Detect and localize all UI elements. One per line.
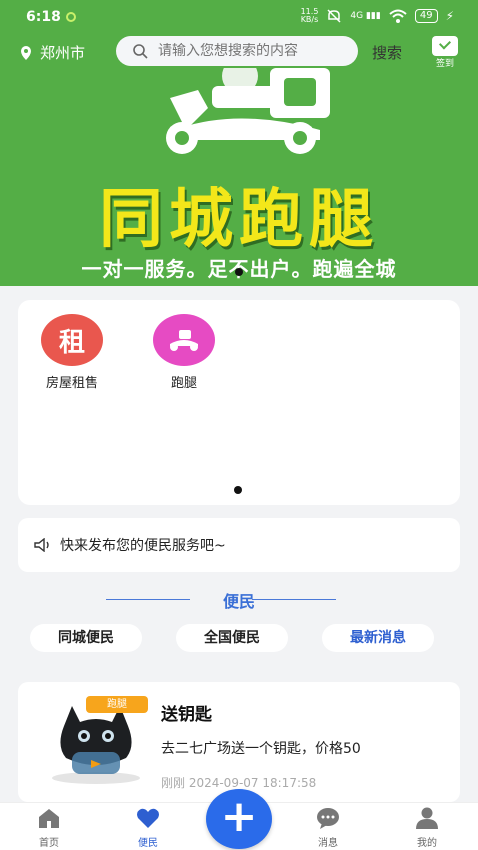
post-card[interactable]: 跑腿 送钥匙 去二七广场送一个钥匙，价格50 刚刚 2024-09-07 18:… xyxy=(18,682,460,802)
nav-home[interactable]: 首页 xyxy=(19,807,79,849)
category-errand[interactable]: 跑腿 xyxy=(144,314,224,391)
rent-icon: 租 xyxy=(41,314,103,366)
filter-tabs: 同城便民 全国便民 最新消息 xyxy=(0,624,478,652)
publish-fab-button[interactable]: + xyxy=(206,789,272,849)
location-label: 郑州市 xyxy=(40,44,86,62)
category-label: 跑腿 xyxy=(170,376,197,391)
post-description: 去二七广场送一个钥匙，价格50 xyxy=(161,741,361,757)
wifi-icon xyxy=(389,9,407,23)
banner-title: 同城跑腿 xyxy=(99,183,379,257)
category-page-indicator xyxy=(234,486,242,494)
chat-icon xyxy=(317,808,339,829)
section-title: 便民 xyxy=(222,592,255,611)
section-heading: 便民 xyxy=(0,588,478,612)
tab-national[interactable]: 全国便民 xyxy=(176,624,288,652)
banner-page-indicator xyxy=(235,268,243,276)
nav-service[interactable]: 便民 xyxy=(118,807,178,849)
tab-local[interactable]: 同城便民 xyxy=(30,624,142,652)
signin-button[interactable]: 签到 xyxy=(428,34,462,69)
search-bar[interactable] xyxy=(116,36,358,66)
net-speed: 11.5 KB/s xyxy=(300,7,319,24)
search-button[interactable]: 搜索 xyxy=(372,42,402,63)
divider xyxy=(252,599,336,600)
scooter-illustration xyxy=(166,68,330,154)
search-input[interactable] xyxy=(158,43,338,59)
status-time: 6:18 xyxy=(26,9,61,25)
status-indicators: 11.5 KB/s 4G ▮▮▮ 49 ⚡ xyxy=(301,8,454,24)
nav-profile[interactable]: 我的 xyxy=(397,807,457,849)
notification-dot-icon xyxy=(66,12,76,22)
status-bar: 6:18 11.5 KB/s 4G ▮▮▮ 49 ⚡ xyxy=(0,0,478,34)
heart-icon xyxy=(137,808,159,828)
search-icon xyxy=(133,44,148,59)
category-grid: 租 房屋租售 跑腿 xyxy=(18,300,460,505)
location-selector[interactable]: 郑州市 xyxy=(20,42,85,63)
mute-icon xyxy=(327,9,341,23)
nav-messages[interactable]: 消息 xyxy=(298,807,358,849)
scooter-icon xyxy=(153,314,215,366)
user-icon xyxy=(416,807,438,829)
banner-carousel[interactable]: 同城跑腿 一对一服务。足不出户。跑遍全城 xyxy=(0,68,478,286)
category-label: 房屋租售 xyxy=(45,376,98,391)
battery-icon: 49 xyxy=(414,9,438,23)
speaker-icon xyxy=(34,538,49,552)
notice-bar[interactable]: 快来发布您的便民服务吧~ xyxy=(18,518,460,572)
tab-latest[interactable]: 最新消息 xyxy=(322,624,434,652)
top-header: 郑州市 搜索 签到 xyxy=(0,34,478,69)
notice-text: 快来发布您的便民服务吧~ xyxy=(60,538,226,554)
post-title: 送钥匙 xyxy=(161,705,212,725)
calendar-check-icon xyxy=(432,36,458,56)
charging-icon: ⚡ xyxy=(445,9,454,23)
category-rent[interactable]: 租 房屋租售 xyxy=(32,314,112,391)
signal-icon: 4G ▮▮▮ xyxy=(350,11,381,21)
location-pin-icon xyxy=(21,45,31,60)
home-icon xyxy=(39,809,59,828)
category-badge: 跑腿 xyxy=(86,696,148,713)
